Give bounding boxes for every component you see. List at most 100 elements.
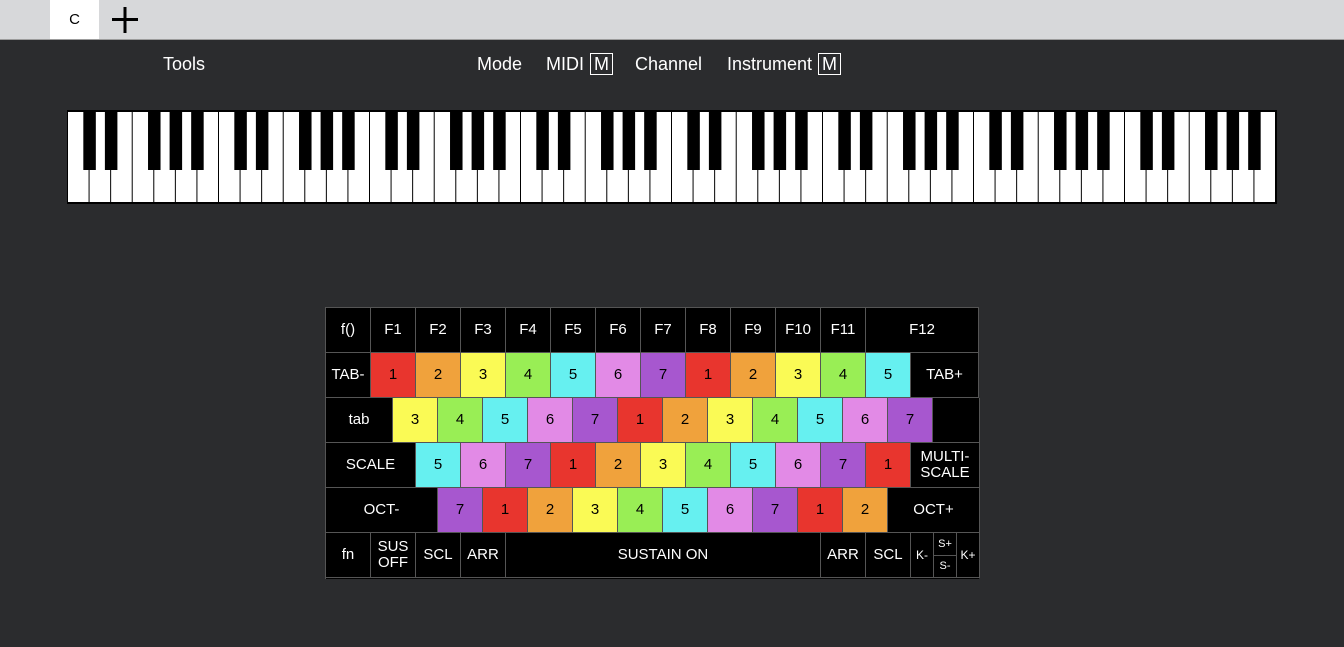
function-key[interactable]: F9 bbox=[731, 308, 776, 353]
black-key[interactable] bbox=[385, 112, 398, 170]
note-key[interactable]: 4 bbox=[506, 353, 551, 398]
black-key[interactable] bbox=[299, 112, 312, 170]
function-key[interactable]: F11 bbox=[821, 308, 866, 353]
note-key[interactable]: 3 bbox=[641, 443, 686, 488]
note-key[interactable]: 4 bbox=[753, 398, 798, 443]
note-key[interactable]: 7 bbox=[438, 488, 483, 533]
note-key[interactable]: 3 bbox=[708, 398, 753, 443]
note-key[interactable]: 3 bbox=[393, 398, 438, 443]
black-key[interactable] bbox=[1075, 112, 1089, 170]
function-key[interactable]: SCL bbox=[416, 533, 461, 578]
function-key[interactable] bbox=[933, 398, 980, 443]
note-key[interactable]: 5 bbox=[416, 443, 461, 488]
black-key[interactable] bbox=[320, 112, 334, 170]
midi-menu[interactable]: MIDI M bbox=[546, 52, 613, 76]
function-key[interactable]: OCT- bbox=[326, 488, 438, 533]
black-key[interactable] bbox=[946, 112, 959, 170]
black-key[interactable] bbox=[795, 112, 808, 170]
black-key[interactable] bbox=[622, 112, 636, 170]
note-key[interactable]: 5 bbox=[731, 443, 776, 488]
note-key[interactable]: 2 bbox=[416, 353, 461, 398]
black-key[interactable] bbox=[169, 112, 183, 170]
black-key[interactable] bbox=[708, 112, 722, 170]
note-key[interactable]: 7 bbox=[821, 443, 866, 488]
note-key[interactable]: 4 bbox=[686, 443, 731, 488]
note-key[interactable]: 4 bbox=[821, 353, 866, 398]
black-key[interactable] bbox=[1054, 112, 1067, 170]
note-key[interactable]: 1 bbox=[483, 488, 528, 533]
black-key[interactable] bbox=[1097, 112, 1110, 170]
note-key[interactable]: 1 bbox=[551, 443, 596, 488]
black-key[interactable] bbox=[557, 112, 571, 170]
function-key[interactable]: SUS OFF bbox=[371, 533, 416, 578]
black-key[interactable] bbox=[903, 112, 916, 170]
function-key[interactable]: fn bbox=[326, 533, 371, 578]
note-key[interactable]: 5 bbox=[551, 353, 596, 398]
note-key[interactable]: 7 bbox=[753, 488, 798, 533]
function-key[interactable]: MULTI- SCALE bbox=[911, 443, 980, 488]
function-key[interactable]: F6 bbox=[596, 308, 641, 353]
black-key[interactable] bbox=[1226, 112, 1240, 170]
black-key[interactable] bbox=[493, 112, 506, 170]
black-key[interactable] bbox=[83, 112, 96, 170]
function-key[interactable]: tab bbox=[326, 398, 393, 443]
black-key[interactable] bbox=[1161, 112, 1175, 170]
note-key[interactable]: 1 bbox=[798, 488, 843, 533]
black-key[interactable] bbox=[838, 112, 851, 170]
black-key[interactable] bbox=[924, 112, 938, 170]
black-key[interactable] bbox=[234, 112, 247, 170]
function-key[interactable]: TAB+ bbox=[911, 353, 979, 398]
note-key[interactable]: 5 bbox=[663, 488, 708, 533]
function-key[interactable]: SUSTAIN ON bbox=[506, 533, 821, 578]
function-key[interactable]: TAB- bbox=[326, 353, 371, 398]
function-key[interactable]: ARR bbox=[821, 533, 866, 578]
note-key[interactable]: 6 bbox=[708, 488, 753, 533]
key-s-toggle[interactable]: S+ S- bbox=[934, 533, 957, 578]
key-part[interactable]: S+ bbox=[934, 533, 956, 556]
black-key[interactable] bbox=[859, 112, 873, 170]
note-key[interactable]: 1 bbox=[371, 353, 416, 398]
function-key[interactable]: F2 bbox=[416, 308, 461, 353]
function-key[interactable]: SCL bbox=[866, 533, 911, 578]
black-key[interactable] bbox=[1248, 112, 1261, 170]
function-key[interactable]: f() bbox=[326, 308, 371, 353]
note-key[interactable]: 2 bbox=[596, 443, 641, 488]
note-key[interactable]: 7 bbox=[506, 443, 551, 488]
note-key[interactable]: 3 bbox=[776, 353, 821, 398]
function-key[interactable]: F4 bbox=[506, 308, 551, 353]
note-key[interactable]: 1 bbox=[618, 398, 663, 443]
black-key[interactable] bbox=[1140, 112, 1153, 170]
channel-menu[interactable]: Channel bbox=[635, 52, 702, 76]
piano-keyboard[interactable] bbox=[67, 110, 1277, 204]
function-key[interactable]: OCT+ bbox=[888, 488, 980, 533]
midi-badge[interactable]: M bbox=[590, 53, 613, 75]
key-part[interactable]: S- bbox=[934, 556, 956, 578]
black-key[interactable] bbox=[752, 112, 765, 170]
piano-keys[interactable] bbox=[67, 110, 1277, 204]
note-key[interactable]: 2 bbox=[528, 488, 573, 533]
function-key[interactable]: SCALE bbox=[326, 443, 416, 488]
note-key[interactable]: 5 bbox=[866, 353, 911, 398]
function-key[interactable]: F1 bbox=[371, 308, 416, 353]
black-key[interactable] bbox=[1010, 112, 1024, 170]
black-key[interactable] bbox=[104, 112, 118, 170]
note-key[interactable]: 5 bbox=[798, 398, 843, 443]
note-key[interactable]: 6 bbox=[776, 443, 821, 488]
function-key[interactable]: K- bbox=[911, 533, 934, 578]
tab-c[interactable]: C bbox=[50, 0, 99, 39]
function-key[interactable]: F10 bbox=[776, 308, 821, 353]
add-tab-button[interactable] bbox=[108, 5, 142, 35]
function-key[interactable]: F8 bbox=[686, 308, 731, 353]
note-key[interactable]: 6 bbox=[843, 398, 888, 443]
note-key[interactable]: 7 bbox=[573, 398, 618, 443]
function-key[interactable]: F12 bbox=[866, 308, 979, 353]
note-key[interactable]: 7 bbox=[641, 353, 686, 398]
black-key[interactable] bbox=[450, 112, 463, 170]
function-key[interactable]: F3 bbox=[461, 308, 506, 353]
black-key[interactable] bbox=[687, 112, 700, 170]
instrument-menu[interactable]: Instrument M bbox=[727, 52, 842, 76]
note-key[interactable]: 3 bbox=[573, 488, 618, 533]
function-key[interactable]: F5 bbox=[551, 308, 596, 353]
function-key[interactable]: K+ bbox=[957, 533, 980, 578]
instrument-badge[interactable]: M bbox=[818, 53, 842, 75]
